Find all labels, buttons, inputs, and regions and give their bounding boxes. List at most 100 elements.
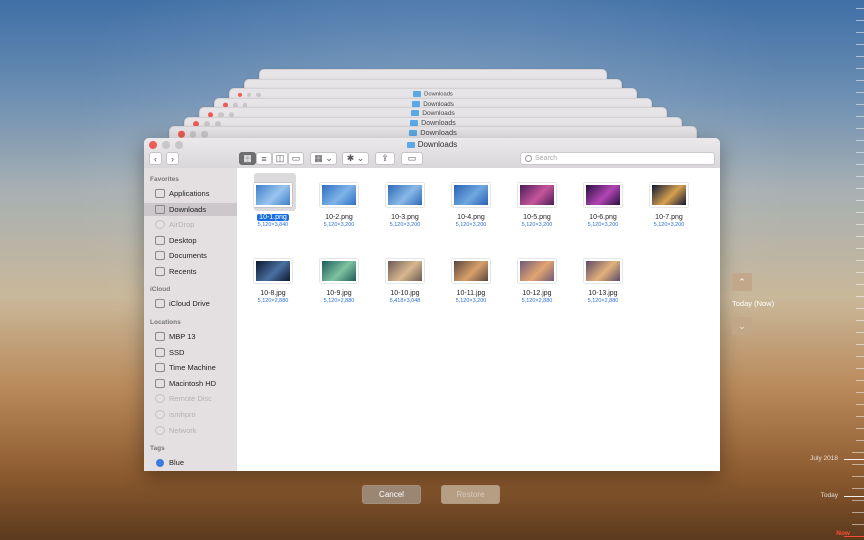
background-window-title-text: Downloads <box>424 91 453 98</box>
timeline[interactable]: July 2018 Today Now <box>810 0 864 540</box>
folder-icon <box>411 110 420 117</box>
file-name: 10-7.png <box>636 214 702 221</box>
sidebar-item-blue[interactable]: Blue <box>144 456 237 469</box>
timeline-tick <box>852 512 864 513</box>
favorites-heading: Favorites <box>150 176 179 183</box>
sidebar-item-recents[interactable]: Recents <box>144 265 237 278</box>
timeline-tick <box>856 128 864 129</box>
background-window-title: Downloads <box>170 129 696 137</box>
file-item[interactable]: 10-11.jpg 5,120×3,200 <box>438 249 504 304</box>
applications-icon <box>155 189 165 198</box>
sidebar-item-documents[interactable]: Documents <box>144 249 237 262</box>
timeline-label[interactable]: Today <box>821 492 838 499</box>
sidebar-item-label: Recents <box>169 267 197 276</box>
search-icon <box>525 155 532 162</box>
file-dimensions: 5,120×3,200 <box>455 298 487 304</box>
sidebar-item-label: Blue <box>169 458 185 467</box>
action-menu-button[interactable]: ✱ ⌄ <box>342 152 369 165</box>
sidebar-item-label: Documents <box>169 251 207 261</box>
timeline-tick <box>852 452 864 453</box>
list-view-button[interactable]: ≡ <box>256 152 272 165</box>
file-thumbnail <box>452 259 490 283</box>
file-thumbnail <box>320 183 358 207</box>
sidebar-item-desktop[interactable]: Desktop <box>144 234 237 247</box>
timeline-tick <box>856 56 864 57</box>
sidebar-item-ssd[interactable]: SSD <box>144 346 237 359</box>
file-item[interactable]: 10-8.jpg 5,120×2,880 <box>240 249 306 304</box>
file-dimensions: 5,120×3,840 <box>257 222 289 228</box>
sidebar-item-applications[interactable]: Applications <box>144 187 237 200</box>
time-forward-button[interactable]: ⌄ <box>732 317 752 335</box>
file-item[interactable]: 10-5.png 5,120×3,200 <box>504 173 570 228</box>
file-name-text: 10-3.png <box>391 214 419 221</box>
gallery-icon: ▭ <box>291 153 301 163</box>
desktop-icon <box>155 235 165 245</box>
time-back-button[interactable]: ⌃ <box>732 273 752 291</box>
file-dimensions: 5,120×3,200 <box>653 222 685 228</box>
recents-icon <box>155 267 165 276</box>
tag-button[interactable]: ▭ <box>401 152 423 165</box>
sidebar-item-label: AirDrop <box>169 220 195 230</box>
share-button[interactable]: ⇪ <box>375 152 395 165</box>
sidebar-item-label: Macintosh HD <box>169 378 217 388</box>
icon-view-button[interactable]: ▦ <box>239 152 256 165</box>
file-name: 10-3.png <box>372 214 438 221</box>
file-item[interactable]: 10-7.png 5,120×3,200 <box>636 173 702 228</box>
chevron-up-icon: ⌃ <box>738 276 746 287</box>
sidebar-item-downloads[interactable]: Downloads <box>144 202 237 216</box>
file-name-text: 10-5.png <box>523 214 551 221</box>
timeline-tick <box>856 344 864 345</box>
timeline-tick <box>856 332 864 333</box>
file-name: 10-5.png <box>504 214 570 221</box>
computer-icon <box>155 410 165 419</box>
group-menu-button[interactable]: ▦ ⌄ <box>310 152 337 165</box>
file-item[interactable]: 10-9.jpg 5,120×2,880 <box>306 249 372 304</box>
sidebar-item-label: Time Machine <box>169 363 216 373</box>
sidebar-item-network[interactable]: Network <box>144 424 237 437</box>
file-name: 10-8.jpg <box>240 290 306 297</box>
column-view-button[interactable]: ◫ <box>272 152 288 165</box>
sidebar-item-mbp-13[interactable]: MBP 13 <box>144 330 237 343</box>
folder-icon <box>406 141 415 148</box>
timeline-marker <box>844 459 864 460</box>
sidebar-item-macintosh-hd[interactable]: Macintosh HD <box>144 377 237 390</box>
cloud-icon <box>155 299 165 308</box>
sidebar-item-remote-disc[interactable]: Remote Disc <box>144 392 237 405</box>
drive-icon <box>155 363 165 373</box>
file-item[interactable]: 10-4.png 5,120×3,200 <box>438 173 504 228</box>
sidebar-item-icloud-drive[interactable]: iCloud Drive <box>144 297 237 310</box>
file-item[interactable]: 10-6.png 5,120×3,200 <box>570 173 636 228</box>
folder-icon <box>409 130 418 137</box>
file-name: 10-6.png <box>570 214 636 221</box>
search-input[interactable]: Search <box>520 152 715 165</box>
file-dimensions: 5,120×3,200 <box>455 222 487 228</box>
drive-icon <box>155 378 165 388</box>
airdrop-icon <box>155 220 165 230</box>
timeline-tick <box>856 104 864 105</box>
sidebar-item-airdrop[interactable]: AirDrop <box>144 218 237 231</box>
forward-button[interactable]: › <box>166 152 179 165</box>
file-item[interactable]: 10-13.jpg 5,120×2,880 <box>570 249 636 304</box>
back-button[interactable]: ‹ <box>149 152 162 165</box>
chevron-left-icon: ‹ <box>154 153 157 164</box>
timeline-tick <box>856 80 864 81</box>
file-name: 10-2.png <box>306 214 372 221</box>
timeline-label[interactable]: July 2018 <box>810 455 838 462</box>
file-item[interactable]: 10-2.png 5,120×3,200 <box>306 173 372 228</box>
file-name: 10-13.jpg <box>570 290 636 297</box>
file-thumbnail <box>254 183 292 207</box>
timeline-tick <box>856 188 864 189</box>
gallery-view-button[interactable]: ▭ <box>288 152 304 165</box>
file-name-text: 10-12.jpg <box>522 290 552 297</box>
file-item[interactable]: 10-10.jpg 5,418×3,048 <box>372 249 438 304</box>
timeline-tick <box>856 236 864 237</box>
timeline-tick <box>856 68 864 69</box>
cancel-button[interactable]: Cancel <box>362 485 421 504</box>
sidebar-item-time-machine[interactable]: Time Machine <box>144 361 237 374</box>
window-title: Downloads <box>144 140 720 149</box>
file-item[interactable]: 10-3.png 5,120×3,200 <box>372 173 438 228</box>
sidebar-item-ismhpro[interactable]: ismhpro <box>144 408 237 421</box>
file-item[interactable]: 10-12.jpg 5,120×2,880 <box>504 249 570 304</box>
file-item[interactable]: 10-1.png 5,120×3,840 <box>240 173 306 228</box>
file-dimensions: 5,120×2,880 <box>257 298 289 304</box>
